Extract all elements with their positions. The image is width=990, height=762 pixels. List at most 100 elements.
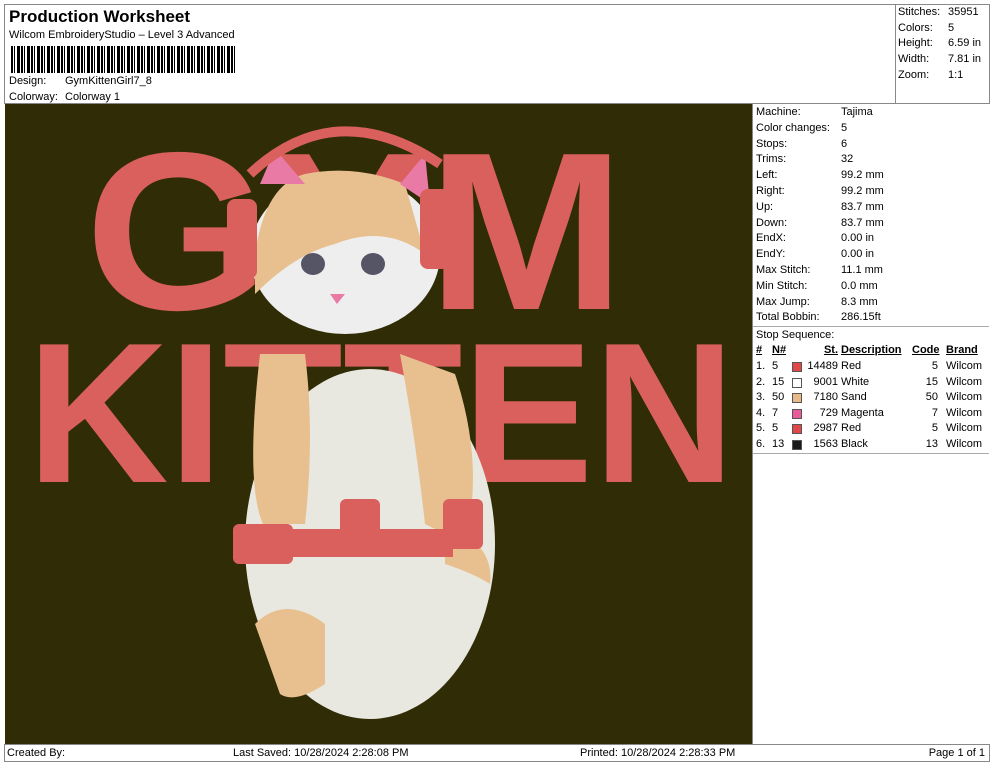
col-st: St.	[823, 344, 838, 356]
created-by: Created By:	[7, 747, 66, 759]
row-brand: Wilcom	[946, 438, 983, 450]
printed-date: Printed: 10/28/2024 2:28:33 PM	[580, 747, 736, 759]
row-num: 6.	[756, 438, 766, 450]
row-description: White	[841, 375, 870, 388]
stop-sequence: Stop Sequence: # N# St. Description Code…	[753, 326, 989, 454]
software-subtitle: Wilcom EmbroideryStudio – Level 3 Advanc…	[9, 29, 235, 41]
row-code: 7	[931, 406, 938, 419]
table-row: 6. 13 1563 Black 13 Wilcom	[756, 437, 986, 453]
color-swatch	[792, 408, 802, 419]
detail-value: 0.00 in	[841, 232, 875, 245]
barcode	[11, 46, 236, 73]
colorway-value: Colorway 1	[65, 91, 121, 103]
detail-value: 8.3 mm	[841, 295, 878, 308]
detail-value: 0.00 in	[841, 248, 875, 261]
row-code: 50	[925, 391, 938, 404]
detail-label: Color changes:	[756, 121, 830, 134]
summary-value: 5	[948, 21, 955, 34]
detail-value: 99.2 mm	[841, 169, 884, 182]
color-swatch	[792, 440, 802, 450]
detail-label: Min Stitch:	[756, 279, 808, 292]
stop-sequence-header: # N# St. Description Code Brand	[756, 343, 986, 359]
col-brand: Brand	[946, 344, 978, 356]
detail-value: 83.7 mm	[841, 216, 884, 229]
table-row: 2. 15 9001 White 15 Wilcom	[756, 375, 986, 391]
col-num: #	[756, 344, 763, 356]
detail-row: Max Stitch: 11.1 mm	[756, 262, 986, 278]
row-needle: 15	[772, 375, 785, 388]
row-needle: 5	[772, 360, 779, 372]
row-description: Black	[841, 438, 868, 450]
stop-sequence-title: Stop Sequence:	[756, 329, 835, 341]
row-brand: Wilcom	[946, 422, 983, 435]
detail-row: EndY: 0.00 in	[756, 246, 986, 262]
detail-row: Machine: Tajima	[756, 104, 986, 120]
color-swatch	[792, 362, 802, 372]
summary-value: 7.81 in	[948, 53, 982, 66]
worksheet-header: Production Worksheet Wilcom EmbroiderySt…	[4, 4, 895, 104]
detail-value: 6	[841, 137, 848, 150]
row-brand: Wilcom	[946, 406, 983, 419]
summary-label: Stitches:	[898, 6, 941, 18]
detail-label: Trims:	[756, 153, 787, 166]
detail-label: EndX:	[756, 232, 786, 245]
detail-value: 11.1 mm	[841, 264, 883, 276]
detail-label: Up:	[756, 200, 774, 213]
detail-row: Trims: 32	[756, 151, 986, 167]
detail-label: Machine:	[756, 106, 801, 118]
last-saved: Last Saved: 10/28/2024 2:28:08 PM	[233, 747, 409, 759]
row-brand: Wilcom	[946, 360, 983, 372]
detail-label: Total Bobbin:	[756, 311, 820, 324]
detail-row: Left: 99.2 mm	[756, 167, 986, 183]
page-title: Production Worksheet	[9, 7, 191, 26]
detail-row: Up: 83.7 mm	[756, 199, 986, 215]
summary-value: 6.59 in	[948, 37, 982, 50]
row-num: 1.	[756, 360, 766, 372]
page-number: Page 1 of 1	[928, 747, 985, 759]
row-needle: 7	[772, 406, 779, 419]
row-description: Sand	[841, 391, 867, 404]
detail-row: Stops: 6	[756, 136, 986, 152]
table-row: 4. 7 729 Magenta 7 Wilcom	[756, 406, 986, 422]
row-stitches: 9001	[813, 375, 838, 388]
detail-value: 5	[841, 121, 848, 134]
row-num: 2.	[756, 375, 766, 388]
row-brand: Wilcom	[946, 391, 983, 404]
detail-value: Tajima	[841, 106, 873, 118]
table-row: 3. 50 7180 Sand 50 Wilcom	[756, 390, 986, 406]
row-stitches: 2987	[813, 422, 838, 435]
row-code: 5	[931, 422, 938, 435]
summary-label: Height:	[898, 37, 933, 50]
summary-value: 1:1	[948, 68, 964, 81]
detail-value: 83.7 mm	[841, 200, 884, 213]
summary-label: Width:	[898, 53, 930, 66]
row-description: Red	[841, 360, 862, 372]
detail-row: Min Stitch: 0.0 mm	[756, 278, 986, 294]
summary-box: Stitches: 35951 Colors: 5 Height: 6.59 in Widt…	[895, 4, 990, 104]
detail-label: Left:	[756, 169, 778, 182]
design-artwork: GYM KITTEN	[27, 105, 735, 719]
detail-value: 99.2 mm	[841, 185, 884, 197]
detail-label: Max Jump:	[756, 295, 810, 308]
detail-row: Right: 99.2 mm	[756, 183, 986, 199]
color-swatch	[792, 393, 802, 404]
row-description: Red	[841, 422, 862, 435]
detail-row: Total Bobbin: 286.15ft	[756, 309, 986, 325]
row-num: 3.	[756, 391, 766, 404]
row-code: 15	[925, 375, 938, 388]
color-swatch	[792, 424, 802, 435]
footer: Created By: Last Saved: 10/28/2024 2:28:…	[4, 744, 990, 762]
row-needle: 13	[772, 438, 785, 450]
col-description: Description	[841, 344, 902, 356]
design-value: GymKittenGirl7_8	[65, 75, 152, 87]
table-row: 5. 5 2987 Red 5 Wilcom	[756, 421, 986, 437]
detail-value: 0.0 mm	[841, 279, 878, 292]
design-preview: GYM KITTEN	[5, 104, 752, 744]
colorway-label: Colorway:	[9, 91, 58, 103]
row-stitches: 7180	[813, 391, 838, 404]
table-row: 1. 5 14489 Red 5 Wilcom	[756, 359, 986, 375]
detail-label: EndY:	[756, 248, 786, 261]
color-swatch	[792, 377, 802, 388]
detail-value: 32	[841, 153, 854, 166]
row-code: 13	[925, 438, 938, 450]
